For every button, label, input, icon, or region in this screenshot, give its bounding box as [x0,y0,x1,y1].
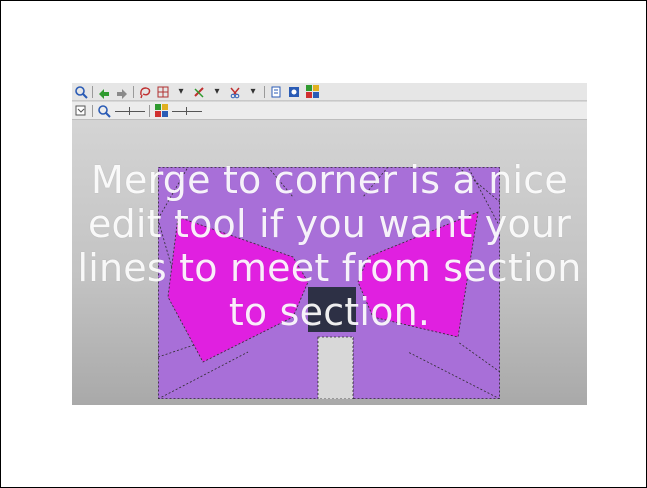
secondary-toolbar [72,102,587,120]
page-icon[interactable] [269,85,283,99]
arrow-left-icon[interactable] [97,85,111,99]
toolbar-separator [133,85,134,98]
toolbar-separator [264,85,265,98]
caption-text: Merge to corner is a nice edit tool if y… [77,158,582,334]
zoom-slider[interactable] [115,106,145,116]
cut-dropdown-icon[interactable] [228,85,242,99]
stem [317,336,354,399]
info-icon[interactable] [287,85,301,99]
palette-icon[interactable] [305,85,319,99]
arrow-right-icon[interactable] [115,85,129,99]
toolbar-separator [92,104,93,117]
color-dropdown-icon[interactable] [192,85,206,99]
toolbar-separator [92,85,93,98]
zoom-out-icon[interactable] [74,85,88,99]
zoom-icon[interactable] [97,104,111,118]
checkbox-icon[interactable] [74,104,88,118]
chevron-down-icon[interactable]: ▾ [174,85,188,99]
toolbar-separator [149,104,150,117]
grid-icon[interactable] [156,85,170,99]
chevron-down-icon[interactable]: ▾ [246,85,260,99]
palette-icon[interactable] [154,104,168,118]
palette-slider[interactable] [172,106,202,116]
lasso-icon[interactable] [138,85,152,99]
chevron-down-icon[interactable]: ▾ [210,85,224,99]
app-screenshot: ▾ ▾ ▾ Merge to corner is a nice edit too… [72,83,587,405]
main-toolbar: ▾ ▾ ▾ [72,83,587,101]
